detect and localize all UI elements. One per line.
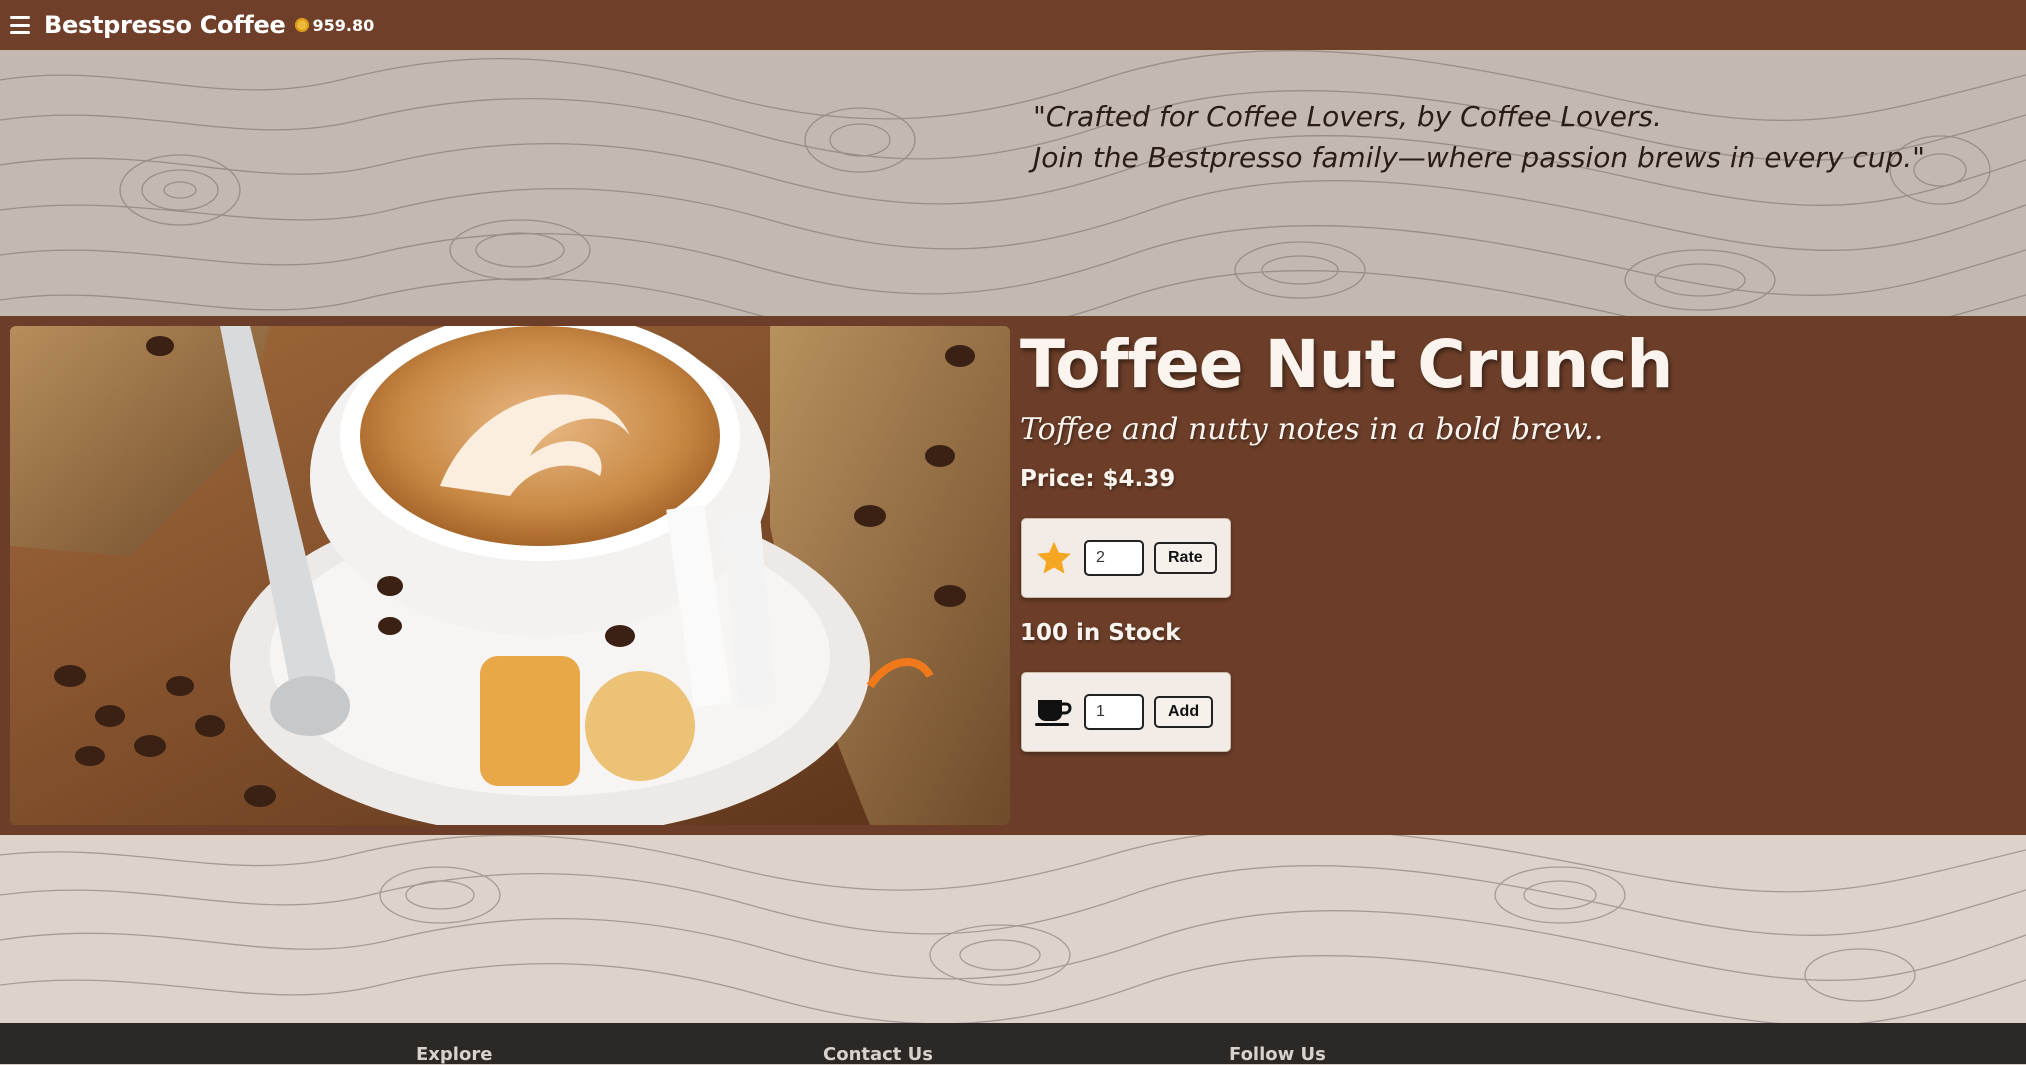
quantity-input[interactable] xyxy=(1084,694,1144,730)
stock-count: 100 in Stock xyxy=(1020,620,1181,646)
menu-icon[interactable] xyxy=(10,16,30,34)
brand-quote: "Crafted for Coffee Lovers, by Coffee Lo… xyxy=(1033,96,1993,178)
coin-balance: 959.80 xyxy=(312,15,375,35)
pattern-band xyxy=(0,835,2026,1023)
product-tagline: Toffee and nutty notes in a bold brew.. xyxy=(1020,412,1604,447)
quote-line-2: Join the Bestpresso family—where passion… xyxy=(1033,141,1926,174)
footer-contact-us[interactable]: Contact Us xyxy=(823,1044,933,1065)
rate-button[interactable]: Rate xyxy=(1154,542,1217,574)
coin-icon xyxy=(295,18,310,32)
footer xyxy=(0,1023,2026,1064)
latte-illustration xyxy=(10,326,1010,825)
product-title: Toffee Nut Crunch xyxy=(1020,326,1673,403)
coffee-cup-icon xyxy=(1034,692,1074,732)
product-photo xyxy=(10,326,1010,825)
add-button[interactable]: Add xyxy=(1154,696,1214,728)
topographic-pattern-bottom xyxy=(0,835,2026,1023)
add-to-cart-widget: Add xyxy=(1021,672,1231,752)
star-icon xyxy=(1034,538,1074,578)
topographic-pattern xyxy=(0,50,2026,316)
rating-input[interactable] xyxy=(1084,540,1144,576)
hero-banner xyxy=(0,50,2026,316)
footer-explore[interactable]: Explore xyxy=(416,1044,492,1065)
footer-follow-us[interactable]: Follow Us xyxy=(1229,1044,1326,1065)
rating-widget: Rate xyxy=(1021,518,1231,598)
top-navbar: Bestpresso Coffee 959.80 xyxy=(0,0,2026,50)
product-section xyxy=(0,316,2026,835)
quote-line-1: "Crafted for Coffee Lovers, by Coffee Lo… xyxy=(1033,100,1662,133)
product-price: Price: $4.39 xyxy=(1020,466,1176,492)
brand-name[interactable]: Bestpresso Coffee xyxy=(44,11,286,39)
